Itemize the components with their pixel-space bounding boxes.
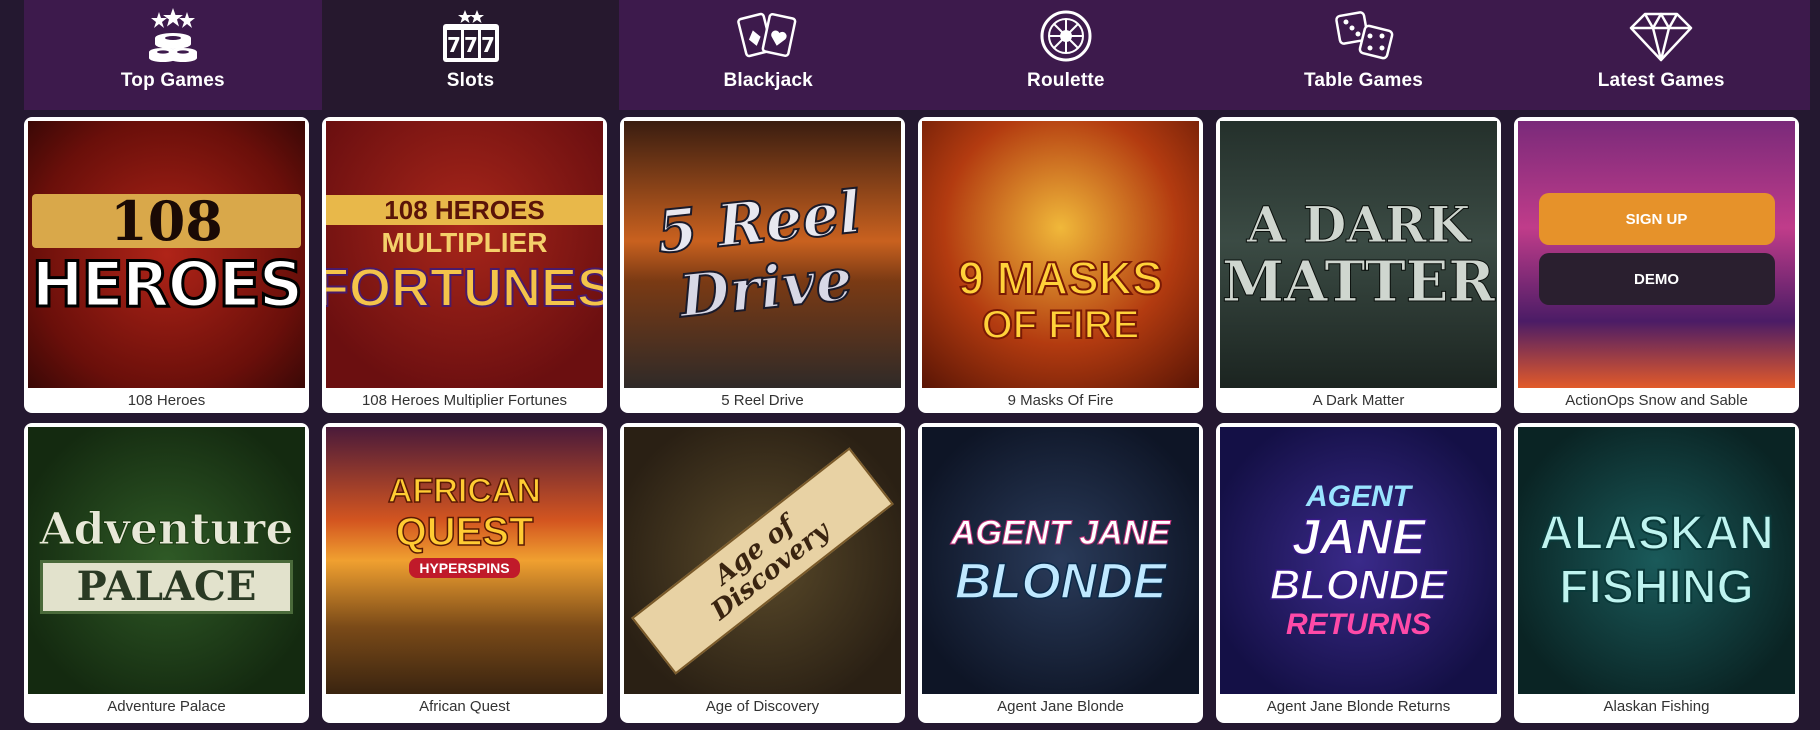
game-thumbnail[interactable]: A DARK MATTER	[1220, 121, 1497, 388]
art-title-line: PALACE	[39, 559, 294, 614]
nav-tab-top-games[interactable]: Top Games	[24, 0, 322, 110]
nav-tab-blackjack[interactable]: Blackjack	[619, 0, 917, 110]
svg-text:7: 7	[447, 33, 461, 57]
game-thumbnail[interactable]: Adventure PALACE	[28, 427, 305, 694]
demo-button[interactable]: DEMO	[1538, 253, 1775, 305]
art-title-line: HYPERSPINS	[409, 557, 520, 578]
game-thumbnail[interactable]: SIGN UP DEMO	[1518, 121, 1795, 388]
art-title-line: Adventure	[39, 503, 294, 555]
game-title: Age of Discovery	[705, 698, 820, 715]
game-thumbnail[interactable]: AGENT JANE BLONDE	[922, 427, 1199, 694]
game-card[interactable]: 5 Reel Drive 5 Reel Drive	[620, 117, 905, 413]
nav-tab-slots[interactable]: 7 7 7 Slots	[321, 0, 620, 110]
art-title-line: A DARK	[1246, 194, 1471, 254]
game-lobby: Top Games 7 7 7 Slots Blackjack Roulette…	[0, 0, 1820, 730]
art-title-line: QUEST	[395, 509, 534, 554]
game-card[interactable]: 108 HEROES MULTIPLIER FORTUNES 108 Heroe…	[322, 117, 607, 413]
art-title-line: ALASKAN	[1538, 506, 1775, 560]
game-card[interactable]: 9 MASKS OF FIRE 9 Masks Of Fire	[918, 117, 1203, 413]
art-title-line: JANE	[1291, 508, 1426, 565]
game-card[interactable]: AGENT JANE BLONDE RETURNS Agent Jane Blo…	[1216, 423, 1501, 723]
nav-label: Blackjack	[723, 70, 813, 91]
art-title-line: FISHING	[1558, 560, 1755, 614]
game-grid: 108 HEROES 108 Heroes 108 HEROES MULTIPL…	[24, 117, 1810, 413]
nav-label: Slots	[446, 70, 495, 91]
playing-cards-icon	[737, 12, 797, 58]
stars-chips-icon	[148, 8, 197, 62]
nav-label: Table Games	[1303, 70, 1424, 91]
svg-text:7: 7	[481, 33, 495, 57]
game-title: 108 Heroes	[127, 392, 206, 409]
art-title-line: 108 HEROES	[326, 194, 603, 225]
art-title-line: OF FIRE	[981, 302, 1141, 347]
game-thumbnail[interactable]: 5 Reel Drive	[624, 121, 901, 388]
nav-tab-table-games[interactable]: Table Games	[1215, 0, 1513, 110]
game-title: 9 Masks Of Fire	[1007, 392, 1114, 409]
game-title: 108 Heroes Multiplier Fortunes	[361, 392, 568, 409]
game-thumbnail[interactable]: ALASKAN FISHING	[1518, 427, 1795, 694]
art-title-line: BLONDE	[1269, 560, 1448, 608]
nav-label: Top Games	[120, 70, 225, 91]
svg-text:7: 7	[464, 33, 478, 57]
roulette-wheel-icon	[1040, 10, 1092, 62]
game-title: African Quest	[419, 698, 510, 715]
slot-777-icon: 7 7 7	[442, 10, 499, 62]
art-title-line: BLONDE	[954, 552, 1167, 609]
game-thumbnail[interactable]: 108 HEROES	[28, 121, 305, 388]
game-card[interactable]: ALASKAN FISHING Alaskan Fishing	[1514, 423, 1799, 723]
game-card[interactable]: SIGN UP DEMO ActionOps Snow and Sable	[1514, 117, 1799, 413]
art-title-line: AFRICAN	[387, 471, 541, 510]
art-title-line: HEROES	[30, 247, 305, 321]
game-card[interactable]: Adventure PALACE Adventure Palace	[24, 423, 309, 723]
nav-label: Roulette	[1027, 70, 1105, 91]
category-nav: Top Games 7 7 7 Slots Blackjack Roulette…	[24, 0, 1810, 110]
game-title: Agent Jane Blonde Returns	[1266, 698, 1451, 715]
art-title-line: AGENT JANE	[950, 513, 1171, 552]
game-title: ActionOps Snow and Sable	[1565, 392, 1748, 409]
game-title: Adventure Palace	[107, 698, 226, 715]
hover-overlay: SIGN UP DEMO	[1518, 121, 1795, 388]
diamond-icon	[1629, 12, 1693, 62]
nav-label: Latest Games	[1597, 70, 1725, 91]
art-title-line: 108	[31, 193, 302, 248]
game-card[interactable]: AGENT JANE BLONDE Agent Jane Blonde	[918, 423, 1203, 723]
nav-tab-roulette[interactable]: Roulette	[917, 0, 1215, 110]
game-thumbnail[interactable]: Age of Discovery	[624, 427, 901, 694]
game-thumbnail[interactable]: AFRICAN QUEST HYPERSPINS	[326, 427, 603, 694]
game-title: A Dark Matter	[1312, 392, 1405, 409]
game-title: Agent Jane Blonde	[997, 698, 1124, 715]
game-card[interactable]: 108 HEROES 108 Heroes	[24, 117, 309, 413]
game-card[interactable]: Age of Discovery Age of Discovery	[620, 423, 905, 723]
art-title-line: Age of Discovery	[631, 446, 894, 675]
art-title-line: MATTER	[1222, 248, 1496, 315]
game-card[interactable]: A DARK MATTER A Dark Matter	[1216, 117, 1501, 413]
signup-button[interactable]: SIGN UP	[1538, 193, 1775, 245]
game-title: 5 Reel Drive	[721, 392, 804, 409]
game-title: Alaskan Fishing	[1603, 698, 1710, 715]
game-thumbnail[interactable]: AGENT JANE BLONDE RETURNS	[1220, 427, 1497, 694]
game-grid-row-2: Adventure PALACE Adventure Palace AFRICA…	[24, 423, 1810, 723]
art-title-line: 9 MASKS	[957, 251, 1163, 304]
game-thumbnail[interactable]: 9 MASKS OF FIRE	[922, 121, 1199, 388]
art-title-line: RETURNS	[1285, 607, 1431, 641]
art-title-line: AGENT	[1306, 479, 1411, 513]
dice-icon	[1334, 11, 1393, 60]
art-title-line: FORTUNES	[326, 257, 603, 318]
game-card[interactable]: AFRICAN QUEST HYPERSPINS African Quest	[322, 423, 607, 723]
nav-tab-latest-games[interactable]: Latest Games	[1512, 0, 1810, 110]
game-thumbnail[interactable]: 108 HEROES MULTIPLIER FORTUNES	[326, 121, 603, 388]
art-title-line: MULTIPLIER	[381, 226, 548, 258]
